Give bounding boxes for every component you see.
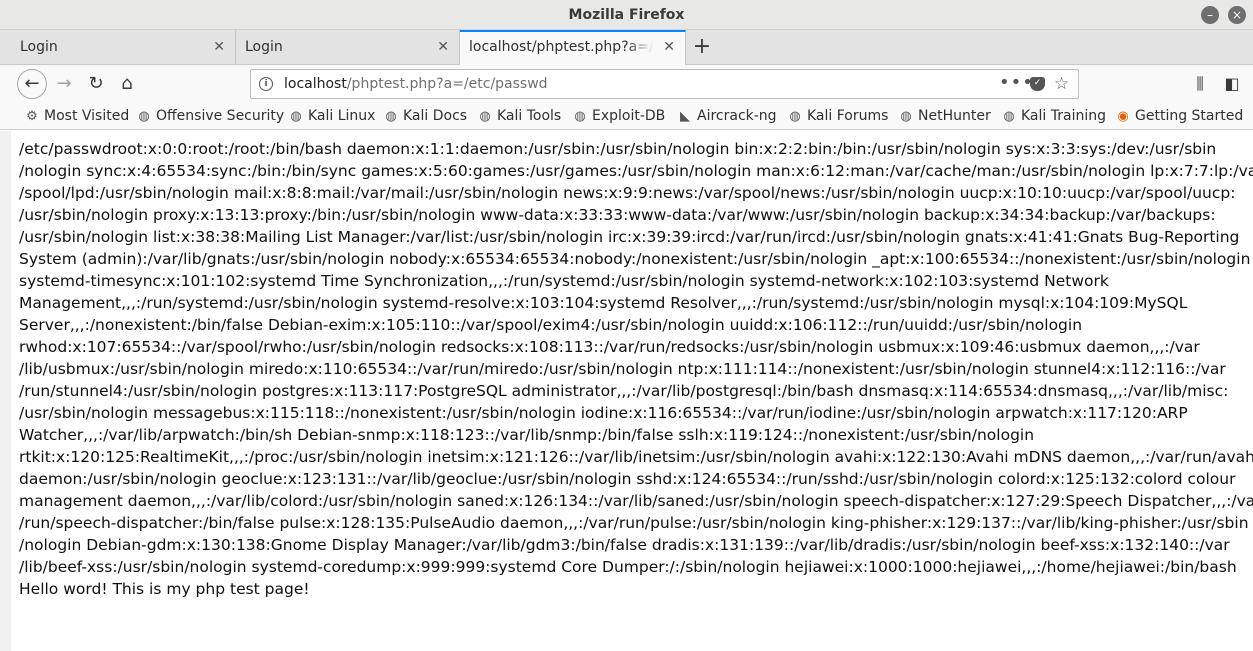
bookmark-label: Kali Forums — [807, 108, 889, 124]
close-window-icon[interactable]: × — [1228, 6, 1246, 24]
output-line: rtkit:x:120:125:RealtimeKit,,,:/proc:/us… — [19, 448, 1253, 466]
reload-icon[interactable]: ↻ — [82, 70, 110, 98]
home-icon[interactable]: ⌂ — [113, 70, 141, 98]
url-text[interactable]: localhost/phptest.php?a=/etc/passwd — [284, 70, 548, 98]
globe-icon: ◍ — [479, 109, 491, 124]
bookmark-label: Offensive Security — [156, 108, 285, 124]
bookmark-star-icon[interactable]: ☆ — [1054, 70, 1069, 98]
output-line: /run/stunnel4:/usr/sbin/nologin postgres… — [19, 382, 1229, 400]
bookmarks-toolbar: ⚙ Most Visited ◍ Offensive Security ◍ Kali … — [0, 103, 1253, 130]
pocket-icon[interactable]: ✓ — [1030, 77, 1045, 91]
tab-strip: Login ✕ Login ✕ localhost/phptest.php?a=… — [0, 30, 1253, 66]
bookmark-label: Kali Tools — [497, 108, 562, 124]
output-line: /usr/sbin/nologin messagebus:x:115:118::… — [19, 404, 1188, 422]
tab-phptest[interactable]: localhost/phptest.php?a=/etc/passwd ✕ — [460, 30, 686, 66]
library-icon[interactable]: ⫼ — [1186, 70, 1214, 98]
bookmark-kali-linux[interactable]: ◍ Kali Linux — [288, 103, 375, 129]
firefox-icon: ◉ — [1117, 109, 1129, 124]
forward-icon[interactable]: → — [50, 70, 78, 98]
gear-icon: ⚙ — [26, 109, 38, 124]
tab-close-icon[interactable]: ✕ — [213, 30, 225, 65]
output-line: rwhod:x:107:65534::/var/spool/rwho:/usr/… — [19, 338, 1200, 356]
bookmark-kali-docs[interactable]: ◍ Kali Docs — [383, 103, 467, 129]
window-title: Mozilla Firefox — [568, 7, 685, 23]
globe-icon: ◍ — [1003, 109, 1015, 124]
output-line: management daemon,,,:/var/lib/colord:/us… — [19, 492, 1253, 510]
page-actions-icon[interactable]: ••• — [999, 70, 1034, 96]
output-line: /lib/usbmux:/usr/sbin/nologin miredo:x:1… — [19, 360, 1226, 378]
globe-icon: ◍ — [789, 109, 801, 124]
bookmark-label: Kali Docs — [403, 108, 468, 124]
output-line: /nologin Debian-gdm:x:130:138:Gnome Disp… — [19, 536, 1230, 554]
bookmark-label: Kali Training — [1021, 108, 1106, 124]
bookmark-kali-training[interactable]: ◍ Kali Training — [1001, 103, 1106, 129]
minimize-icon[interactable]: – — [1201, 6, 1219, 24]
tab-label: Login — [20, 39, 58, 55]
url-bar[interactable]: i localhost/phptest.php?a=/etc/passwd ••… — [250, 69, 1079, 99]
output-line: /etc/passwdroot:x:0:0:root:/root:/bin/ba… — [19, 140, 1217, 158]
bookmark-label: NetHunter — [918, 108, 991, 124]
window-titlebar: Mozilla Firefox – × — [0, 0, 1253, 30]
url-path: /phptest.php?a=/etc/passwd — [346, 76, 548, 92]
output-line: Server,,,:/nonexistent:/bin/false Debian… — [19, 316, 1083, 334]
bookmark-most-visited[interactable]: ⚙ Most Visited — [24, 103, 129, 129]
bookmark-offensive-security[interactable]: ◍ Offensive Security — [136, 103, 284, 129]
navigation-toolbar: ← → ↻ ⌂ i localhost/phptest.php?a=/etc/p… — [0, 65, 1253, 103]
back-icon[interactable]: ← — [17, 69, 47, 99]
bookmark-kali-tools[interactable]: ◍ Kali Tools — [477, 103, 561, 129]
url-host: localhost — [284, 76, 347, 92]
tab-login-2[interactable]: Login ✕ — [236, 30, 460, 65]
bookmark-label: Most Visited — [44, 108, 130, 124]
output-line: /nologin sync:x:4:65534:sync:/bin:/bin/s… — [19, 162, 1253, 180]
tab-login-1[interactable]: Login ✕ — [11, 30, 236, 65]
output-line: Watcher,,,:/var/lib/arpwatch:/bin/sh Deb… — [19, 426, 1035, 444]
bookmark-label: Getting Started — [1135, 108, 1244, 124]
new-tab-icon[interactable]: + — [690, 30, 714, 65]
tab-close-icon[interactable]: ✕ — [437, 30, 449, 65]
globe-icon: ◍ — [290, 109, 302, 124]
output-line: System (admin):/var/lib/gnats:/usr/sbin/… — [19, 250, 1251, 268]
sidebar-icon[interactable]: ◧ — [1218, 70, 1246, 98]
tab-label: Login — [245, 39, 283, 55]
output-line: daemon:/usr/sbin/nologin geoclue:x:123:1… — [19, 470, 1236, 488]
output-line: /usr/sbin/nologin proxy:x:13:13:proxy:/b… — [19, 206, 1216, 224]
globe-icon: ◍ — [900, 109, 912, 124]
globe-icon: ◍ — [385, 109, 397, 124]
bookmark-label: Aircrack-ng — [697, 108, 777, 124]
globe-icon: ◍ — [138, 109, 150, 124]
bookmark-exploit-db[interactable]: ◍ Exploit-DB — [572, 103, 665, 129]
output-line: Management,,,:/run/systemd:/usr/sbin/nol… — [19, 294, 1188, 312]
hello-message: Hello word! This is my php test page! — [19, 580, 310, 598]
aircrack-icon: ◣ — [680, 109, 690, 124]
output-line: systemd-timesync:x:101:102:systemd Time … — [19, 272, 1109, 290]
bookmark-kali-forums[interactable]: ◍ Kali Forums — [787, 103, 888, 129]
tab-label: localhost/phptest.php?a=/etc/passwd — [469, 39, 654, 55]
globe-icon: ◍ — [574, 109, 586, 124]
output-line: /spool/lpd:/usr/sbin/nologin mail:x:8:8:… — [19, 184, 1236, 202]
output-line: /lib/beef-xss:/usr/sbin/nologin systemd-… — [19, 558, 1237, 576]
site-info-icon[interactable]: i — [259, 77, 273, 91]
page-content: /etc/passwdroot:x:0:0:root:/root:/bin/ba… — [0, 131, 1253, 651]
bookmark-label: Exploit-DB — [592, 108, 666, 124]
output-line: /run/speech-dispatcher:/bin/false pulse:… — [19, 514, 1249, 532]
tab-close-icon[interactable]: ✕ — [663, 32, 675, 63]
bookmark-getting-started[interactable]: ◉ Getting Started — [1115, 103, 1243, 129]
passwd-output: /etc/passwdroot:x:0:0:root:/root:/bin/ba… — [19, 138, 1253, 600]
bookmark-label: Kali Linux — [308, 108, 376, 124]
bookmark-aircrack-ng[interactable]: ◣ Aircrack-ng — [677, 103, 777, 129]
output-line: /usr/sbin/nologin list:x:38:38:Mailing L… — [19, 228, 1240, 246]
bookmark-nethunter[interactable]: ◍ NetHunter — [898, 103, 991, 129]
